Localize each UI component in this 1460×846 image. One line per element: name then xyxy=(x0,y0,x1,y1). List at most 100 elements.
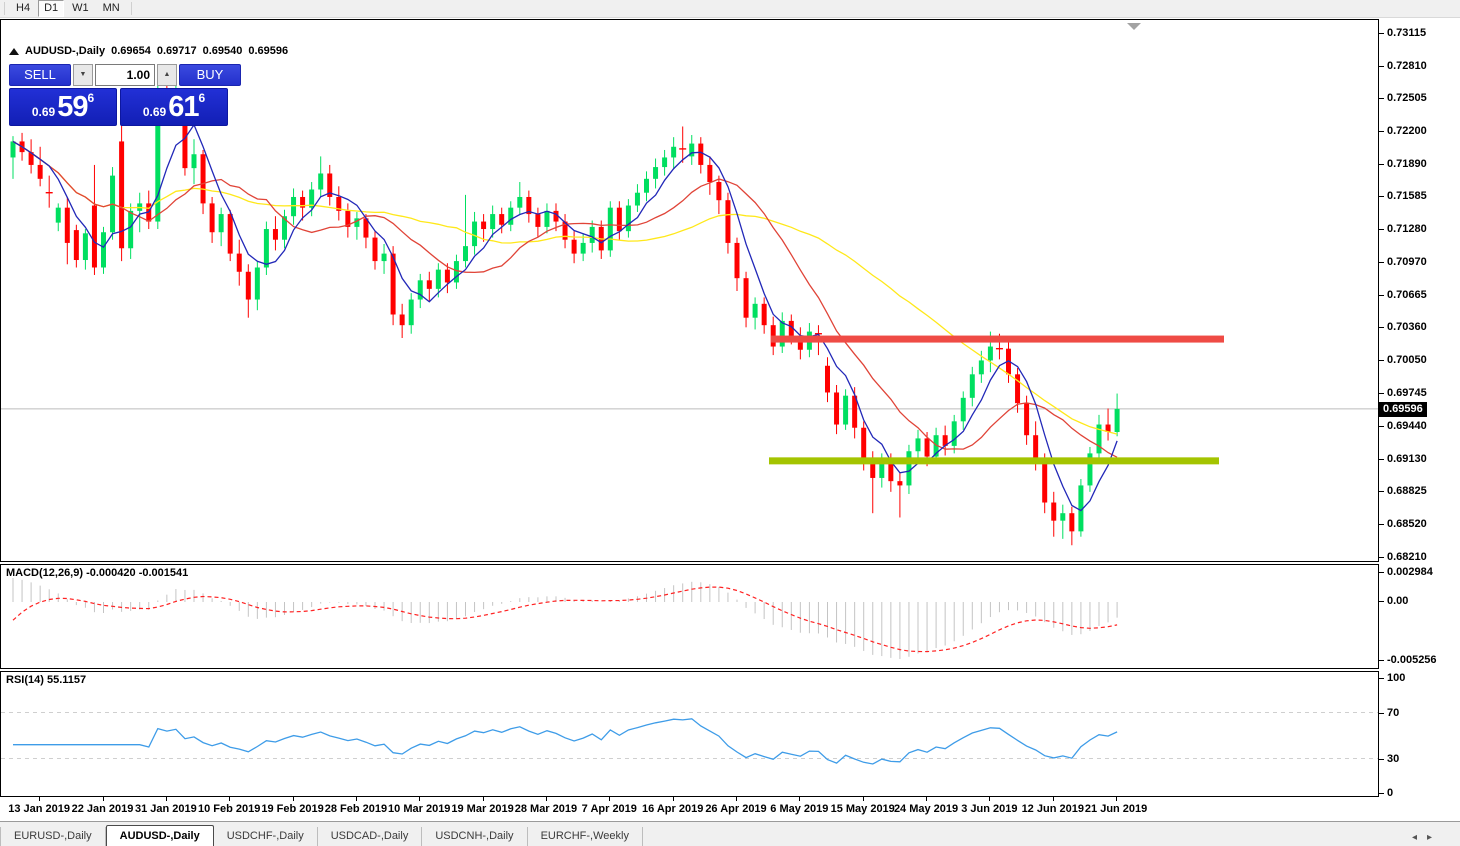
timeframe-button-w1[interactable]: W1 xyxy=(66,0,95,17)
timeframe-button-mn[interactable]: MN xyxy=(97,0,126,17)
price-tick-label: 0.70665 xyxy=(1387,289,1427,301)
date-tick xyxy=(419,797,420,801)
chart-tab-eurusd-daily[interactable]: EURUSD-,Daily xyxy=(0,827,106,846)
ohlc-high: 0.69717 xyxy=(157,45,197,57)
axis-tick xyxy=(1379,327,1384,328)
axis-tick xyxy=(1379,491,1384,492)
rsi-tick-label: 100 xyxy=(1387,672,1405,684)
tabs-scroll-left-icon[interactable]: ◂ xyxy=(1412,833,1417,843)
ohlc-close: 0.69596 xyxy=(248,45,288,57)
current-price-label: 0.69596 xyxy=(1379,402,1427,417)
chart-tab-usdcnh-daily[interactable]: USDCNH-,Daily xyxy=(422,827,527,846)
timeframe-button-h4[interactable]: H4 xyxy=(10,0,36,17)
date-tick xyxy=(39,797,40,801)
chart-tab-audusd-daily[interactable]: AUDUSD-,Daily xyxy=(106,825,214,846)
price-tick-label: 0.69440 xyxy=(1387,420,1427,432)
buy-button[interactable]: BUY xyxy=(179,64,241,86)
date-tick xyxy=(1116,797,1117,801)
date-tick xyxy=(989,797,990,801)
axis-tick xyxy=(1379,262,1384,263)
date-tick xyxy=(229,797,230,801)
buy-price-box[interactable]: 0.69 61 6 xyxy=(120,88,228,126)
timeframe-toolbar: H4D1W1MN xyxy=(0,0,1460,18)
date-tick xyxy=(546,797,547,801)
axis-tick xyxy=(1379,678,1384,679)
buy-price-prefix: 0.69 xyxy=(143,102,166,122)
macd-tick-label: -0.005256 xyxy=(1387,654,1437,666)
price-tick-label: 0.70360 xyxy=(1387,321,1427,333)
date-tick xyxy=(863,797,864,801)
price-tick-label: 0.71280 xyxy=(1387,223,1427,235)
volume-decrease-button[interactable]: ▼ xyxy=(73,64,93,86)
symbol-header: AUDUSD-,Daily 0.69654 0.69717 0.69540 0.… xyxy=(9,45,288,57)
rsi-tick-label: 30 xyxy=(1387,753,1399,765)
buy-price-big: 61 xyxy=(168,93,198,122)
sell-price-box[interactable]: 0.69 59 6 xyxy=(9,88,117,126)
mt4-window: H4D1W1MN AUDUSD-,Daily 0.69654 0.69717 0… xyxy=(0,0,1460,846)
axis-tick xyxy=(1379,66,1384,67)
date-tick xyxy=(736,797,737,801)
date-tick xyxy=(483,797,484,801)
axis-tick xyxy=(1379,660,1384,661)
axis-tick xyxy=(1379,196,1384,197)
price-tick-label: 0.72810 xyxy=(1387,60,1427,72)
resistance-line xyxy=(771,336,1224,343)
date-tick xyxy=(673,797,674,801)
toolbar-separator xyxy=(131,2,132,15)
toolbar-separator xyxy=(4,2,5,15)
symbol-name: AUDUSD-,Daily xyxy=(25,45,105,57)
rsi-indicator-pane[interactable]: RSI(14) 55.1157 xyxy=(0,671,1379,797)
chart-tab-eurchf-weekly[interactable]: EURCHF-,Weekly xyxy=(528,827,643,846)
volume-input[interactable] xyxy=(95,64,155,86)
ma-line-fast xyxy=(13,125,1117,511)
axis-tick xyxy=(1379,98,1384,99)
sell-button[interactable]: SELL xyxy=(9,64,71,86)
date-tick xyxy=(926,797,927,801)
sell-price-sup: 6 xyxy=(87,91,94,105)
price-tick-label: 0.71890 xyxy=(1387,158,1427,170)
ma-line-mid xyxy=(13,141,1117,457)
date-tick xyxy=(103,797,104,801)
price-tick-label: 0.73115 xyxy=(1387,27,1426,39)
axis-tick xyxy=(1379,131,1384,132)
support-line xyxy=(769,457,1219,464)
date-tick xyxy=(609,797,610,801)
rsi-chart[interactable] xyxy=(1,672,1378,796)
main-chart-pane[interactable]: AUDUSD-,Daily 0.69654 0.69717 0.69540 0.… xyxy=(0,19,1379,562)
axis-tick xyxy=(1379,713,1384,714)
price-axis: 0.731150.728100.725050.722000.718900.715… xyxy=(1379,19,1460,797)
macd-signal-line xyxy=(13,587,1117,652)
macd-indicator-pane[interactable]: MACD(12,26,9) -0.000420 -0.001541 xyxy=(0,564,1379,669)
price-tick-label: 0.69745 xyxy=(1387,387,1427,399)
macd-chart[interactable] xyxy=(1,565,1378,668)
date-tick-label: 21 Jun 2019 xyxy=(1071,803,1161,815)
chart-tab-usdchf-daily[interactable]: USDCHF-,Daily xyxy=(214,827,318,846)
axis-tick xyxy=(1379,164,1384,165)
price-tick-label: 0.71585 xyxy=(1387,190,1427,202)
axis-tick xyxy=(1379,459,1384,460)
price-tick-label: 0.69130 xyxy=(1387,453,1427,465)
axis-tick xyxy=(1379,295,1384,296)
price-tick-label: 0.68520 xyxy=(1387,518,1427,530)
chart-shift-icon xyxy=(1127,23,1141,30)
axis-tick xyxy=(1379,524,1384,525)
volume-increase-button[interactable]: ▲ xyxy=(157,64,177,86)
chart-tab-usdcad-daily[interactable]: USDCAD-,Daily xyxy=(318,827,423,846)
price-tick-label: 0.72505 xyxy=(1387,92,1427,104)
axis-tick xyxy=(1379,229,1384,230)
axis-tick xyxy=(1379,572,1384,573)
price-tick-label: 0.68210 xyxy=(1387,551,1427,563)
buy-price-sup: 6 xyxy=(198,91,205,105)
price-tick-label: 0.70970 xyxy=(1387,256,1427,268)
date-axis: 13 Jan 201922 Jan 201931 Jan 201910 Feb … xyxy=(0,797,1460,820)
rsi-tick-label: 70 xyxy=(1387,707,1399,719)
timeframe-button-d1[interactable]: D1 xyxy=(38,0,64,17)
price-tick-label: 0.68825 xyxy=(1387,485,1427,497)
tabs-scroll-right-icon[interactable]: ▸ xyxy=(1427,833,1432,843)
ohlc-open: 0.69654 xyxy=(111,45,151,57)
axis-tick xyxy=(1379,601,1384,602)
axis-tick xyxy=(1379,360,1384,361)
axis-tick xyxy=(1379,793,1384,794)
date-tick xyxy=(1053,797,1054,801)
axis-tick xyxy=(1379,33,1384,34)
